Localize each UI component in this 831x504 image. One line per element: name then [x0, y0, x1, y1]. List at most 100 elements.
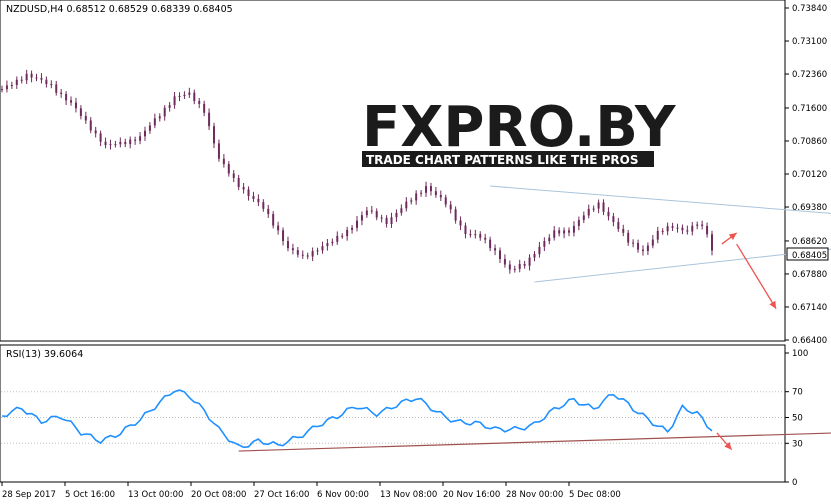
price-candle [568, 230, 571, 233]
price-candle [597, 202, 600, 209]
price-candle [94, 130, 97, 134]
rsi-tick-label: 0 [792, 478, 797, 488]
rsi-header: RSI(13) 39.6064 [6, 349, 83, 360]
price-candle [331, 241, 334, 244]
price-candle [20, 79, 23, 81]
trading-chart-window: 0.73840 0.73100 0.72360 0.71600 0.70860 0.701… [0, 0, 831, 500]
time-tick-label: 13 Oct 00:00 [128, 490, 183, 500]
time-tick-label: 5 Oct 16:00 [65, 490, 115, 500]
price-candle [40, 77, 43, 80]
price-candle [617, 222, 620, 229]
price-candle [148, 125, 151, 131]
price-candle [661, 230, 664, 232]
time-tick-label: 20 Oct 08:00 [191, 490, 246, 500]
price-candle [25, 73, 28, 81]
price-tick-label: 0.67880 [792, 270, 827, 280]
price-tick-label: 0.73100 [792, 37, 827, 47]
price-candle [646, 245, 649, 252]
price-candle [464, 225, 467, 235]
price-candle [267, 208, 270, 215]
time-tick-label: 28 Nov 00:00 [506, 490, 563, 500]
price-candle [563, 230, 566, 234]
price-candle [454, 209, 457, 221]
time-tick-label: 28 Sep 2017 [2, 490, 56, 500]
price-candle [5, 85, 8, 90]
price-candle [651, 239, 654, 246]
price-candle [676, 227, 679, 229]
price-candle [474, 234, 477, 236]
time-tick-label: 6 Nov 00:00 [317, 490, 369, 500]
price-candle [602, 202, 605, 212]
rsi-panel[interactable] [0, 344, 786, 483]
price-candle [242, 187, 245, 190]
price-candle [84, 115, 87, 121]
rsi-tick-label: 70 [792, 388, 803, 398]
price-candle [203, 103, 206, 113]
price-candle [395, 212, 398, 218]
price-candle [208, 112, 211, 127]
time-tick-label: 5 Dec 08:00 [569, 490, 621, 500]
price-tick-label: 0.73840 [792, 4, 827, 14]
price-candle [188, 92, 191, 95]
price-candle [553, 230, 556, 238]
price-candle [385, 217, 388, 225]
price-candle [572, 225, 575, 233]
watermark-tagline: TRADE CHART PATTERNS LIKE THE PROS [366, 153, 639, 167]
price-candle [365, 210, 368, 216]
price-candle [538, 246, 541, 255]
price-candle [129, 139, 132, 145]
price-candle [627, 232, 630, 243]
price-candle [65, 93, 68, 101]
fxpro-watermark: FXPRO.BY TRADE CHART PATTERNS LIKE THE P… [362, 95, 677, 167]
price-candle [508, 264, 511, 270]
price-candle [543, 241, 546, 247]
price-candle [321, 246, 324, 251]
price-candle [70, 100, 73, 103]
price-candle [232, 173, 235, 178]
price-candle [513, 268, 516, 270]
price-candle [498, 250, 501, 259]
price-candle [632, 242, 635, 244]
price-candle [237, 177, 240, 188]
price-candle [50, 84, 53, 86]
price-candle [119, 141, 122, 145]
price-candle [163, 107, 166, 117]
time-axis: 28 Sep 2017 5 Oct 16:00 13 Oct 00:00 20 Oct… [1, 482, 621, 500]
price-tick-label: 0.67140 [792, 303, 827, 313]
price-candle [425, 186, 428, 193]
price-candle [45, 79, 48, 85]
price-candle [277, 225, 280, 231]
time-tick-label: 13 Nov 08:00 [380, 490, 437, 500]
price-candle [153, 118, 156, 126]
price-candle [193, 92, 196, 102]
price-candle [592, 208, 595, 210]
price-candle [282, 230, 285, 242]
price-panel[interactable] [0, 0, 786, 342]
price-candle [158, 116, 161, 119]
price-candle [681, 227, 684, 231]
price-candle [291, 248, 294, 251]
price-candle [262, 202, 265, 209]
price-candle [582, 215, 585, 221]
price-candle [439, 195, 442, 198]
price-candle [641, 249, 644, 252]
price-candle [503, 258, 506, 265]
price-candle [296, 250, 299, 255]
price-candle [89, 120, 92, 131]
price-candle [55, 84, 58, 93]
price-candle [420, 192, 423, 194]
price-candle [607, 211, 610, 217]
price-candle [168, 105, 171, 108]
price-candle [247, 189, 250, 196]
price-candle [558, 230, 561, 234]
price-candle [415, 193, 418, 201]
price-candle [360, 215, 363, 221]
price-candle [1, 89, 3, 91]
price-candle [114, 144, 117, 146]
price-candle [671, 226, 674, 228]
price-candle [336, 235, 339, 242]
price-candle [479, 234, 482, 238]
price-candle [666, 226, 669, 232]
price-tick-label: 0.70120 [792, 170, 827, 180]
price-candle [183, 94, 186, 96]
